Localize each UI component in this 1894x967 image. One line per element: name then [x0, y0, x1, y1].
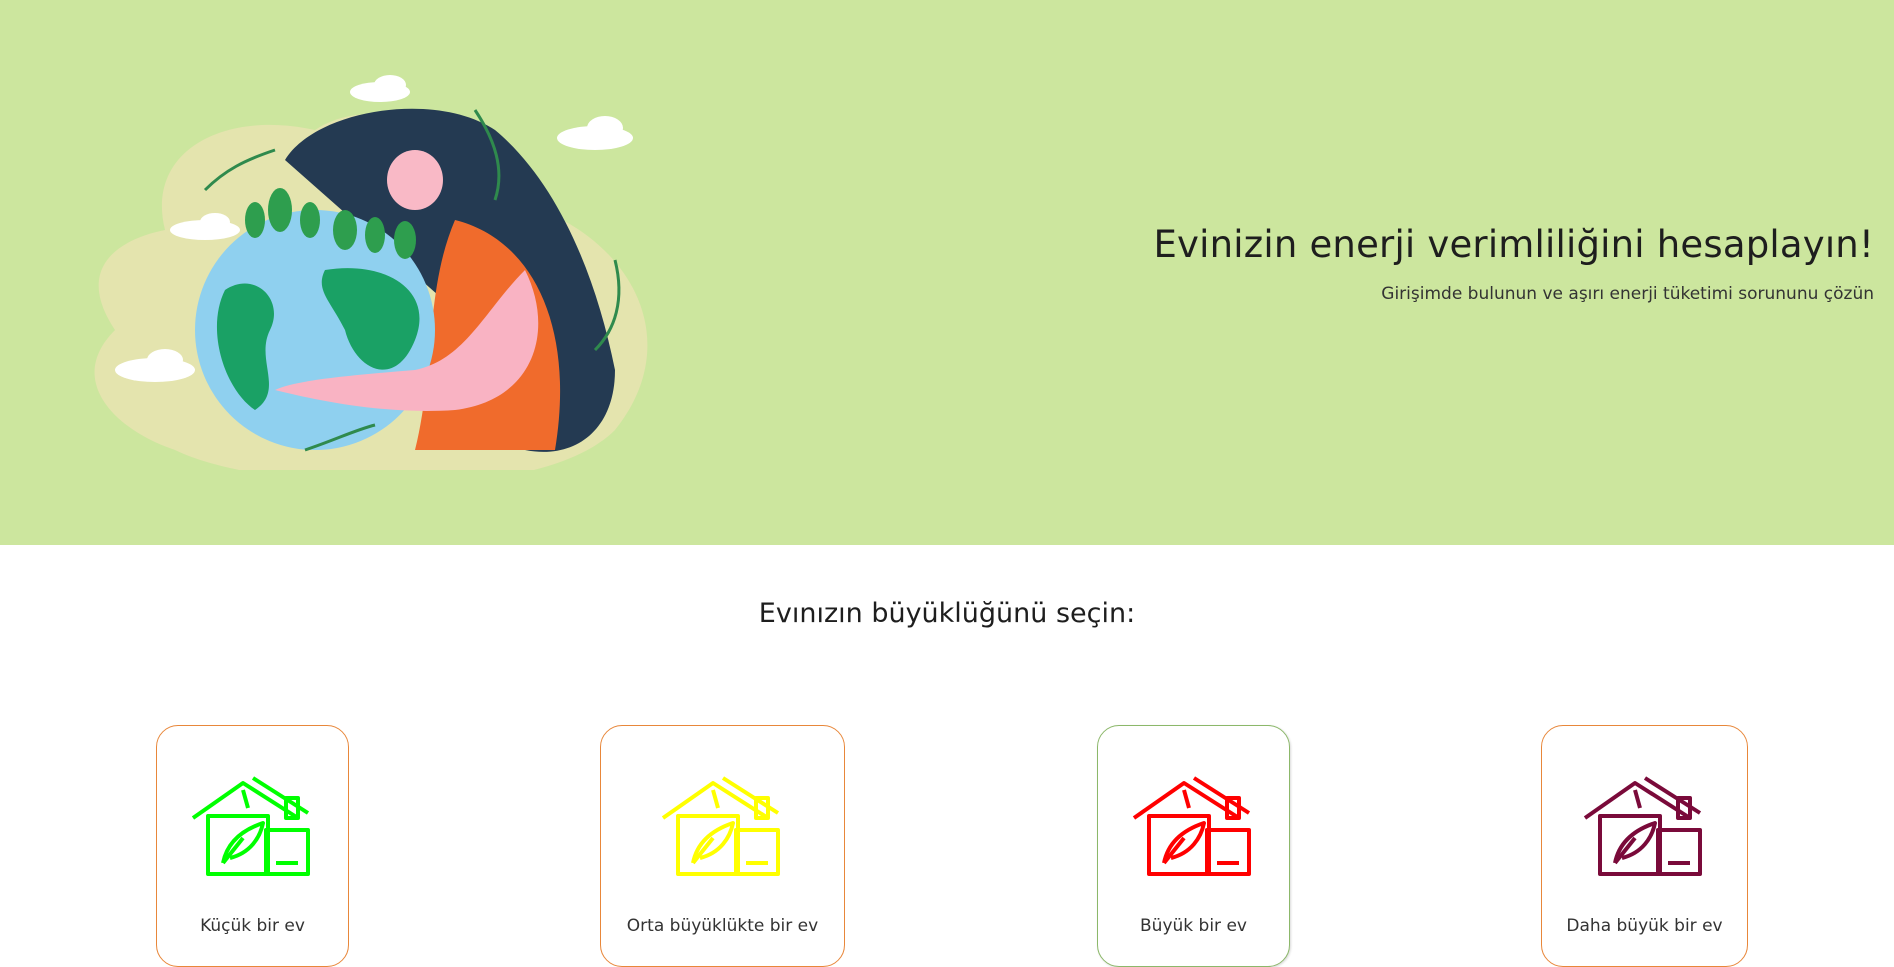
eco-house-icon [1583, 776, 1702, 876]
house-size-heading: Evınızın büyüklüğünü seçin: [758, 598, 1136, 629]
eco-house-icon [1132, 776, 1251, 876]
hero-subtitle: Girişimde bulunun ve aşırı enerji tüketi… [1381, 284, 1874, 304]
card-larger-house[interactable]: Daha büyük bir ev [1541, 725, 1748, 967]
card-label: Orta büyüklükte bir ev [626, 916, 819, 936]
card-label: Daha büyük bir ev [1566, 916, 1723, 936]
eco-house-icon [191, 776, 310, 876]
card-large-house[interactable]: Büyük bir ev [1097, 725, 1290, 967]
card-label: Küçük bir ev [200, 916, 305, 936]
card-small-house[interactable]: Küçük bir ev [156, 725, 349, 967]
card-medium-house[interactable]: Orta büyüklükte bir ev [600, 725, 845, 967]
eco-house-icon [661, 776, 780, 876]
woman-hugging-earth-illustration [94, 75, 648, 470]
hero-banner: Evinizin enerji verimliliğini hesaplayın… [0, 0, 1894, 545]
card-label: Büyük bir ev [1140, 916, 1247, 936]
hero-title: Evinizin enerji verimliliğini hesaplayın… [1153, 223, 1874, 266]
